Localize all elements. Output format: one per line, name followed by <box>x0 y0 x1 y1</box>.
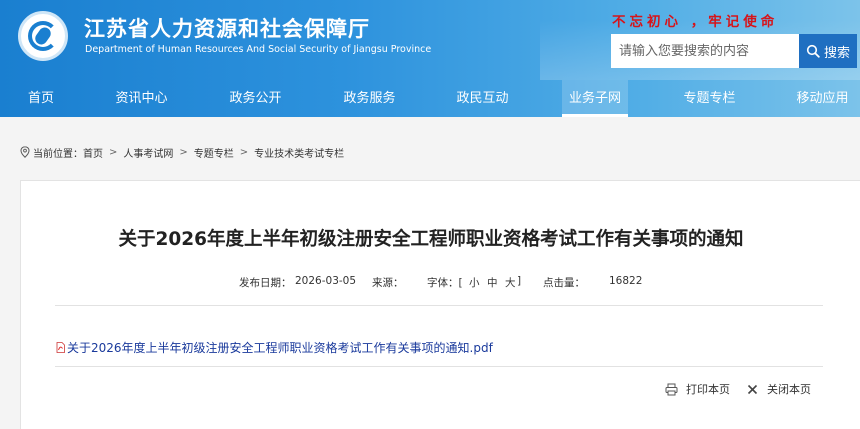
article-meta: 发布日期： 2026-03-05 来源： 字体：[ 小 中 大 ] 点击量： 1… <box>21 275 841 291</box>
close-icon <box>747 384 758 394</box>
pdf-icon <box>56 342 65 353</box>
font-size-large[interactable]: 大 <box>505 275 516 290</box>
nav-item-gov-open[interactable]: 政务公开 <box>218 80 293 117</box>
location-pin-icon <box>20 146 30 158</box>
nav-item-news[interactable]: 资讯中心 <box>104 80 179 117</box>
views-label: 点击量： <box>543 277 585 289</box>
search-input[interactable] <box>611 34 799 68</box>
divider <box>55 366 823 367</box>
breadcrumb-prefix: 当前位置： <box>33 148 83 160</box>
divider <box>55 305 823 306</box>
search-button[interactable]: 搜索 <box>799 34 857 68</box>
print-page-label: 打印本页 <box>686 383 730 396</box>
font-size-close: ] <box>517 275 522 287</box>
breadcrumb-item-exam-site[interactable]: 人事考试网 <box>123 145 173 160</box>
source-label: 来源： <box>372 277 404 289</box>
breadcrumb-item-tech-exam[interactable]: 专业技术类考试专栏 <box>254 145 344 160</box>
nav-item-business-subnet[interactable]: 业务子网 <box>562 80 628 117</box>
attachment-filename: 关于2026年度上半年初级注册安全工程师职业资格考试工作有关事项的通知.pdf <box>67 341 493 355</box>
breadcrumb-separator: > <box>109 146 118 158</box>
font-size-medium[interactable]: 中 <box>487 275 498 290</box>
slogan: 不忘初心 ，牢记使命 <box>612 14 779 30</box>
breadcrumb-separator: > <box>179 146 188 158</box>
breadcrumb-separator: > <box>239 146 249 158</box>
attachment-link[interactable]: 关于2026年度上半年初级注册安全工程师职业资格考试工作有关事项的通知.pdf <box>56 339 493 356</box>
nav-item-gov-service[interactable]: 政务服务 <box>332 80 407 117</box>
font-size-small[interactable]: 小 <box>469 275 480 290</box>
nav-item-mobile[interactable]: 移动应用 <box>785 80 860 117</box>
search-bar: 搜索 <box>611 34 857 68</box>
font-size-label: 字体：[ <box>427 277 463 289</box>
close-page-button[interactable]: 关闭本页 <box>746 381 811 397</box>
site-subtitle: Department of Human Resources And Social… <box>85 44 432 55</box>
publish-date: 2026-03-05 <box>295 275 357 287</box>
nav-item-interaction[interactable]: 政民互动 <box>445 80 520 117</box>
nav-item-topics[interactable]: 专题专栏 <box>672 80 747 117</box>
article-container: 关于2026年度上半年初级注册安全工程师职业资格考试工作有关事项的通知 发布日期… <box>20 180 860 429</box>
publish-date-label: 发布日期： <box>239 277 292 289</box>
site-header: 江苏省人力资源和社会保障厅 Department of Human Resour… <box>0 0 860 117</box>
nav-item-home[interactable]: 首页 <box>6 80 76 117</box>
search-button-label: 搜索 <box>823 45 850 61</box>
site-title: 江苏省人力资源和社会保障厅 <box>84 17 370 41</box>
breadcrumb: 当前位置： 首页 > 人事考试网 > 专题专栏 > 专业技术类考试专栏 <box>20 144 344 160</box>
article-title: 关于2026年度上半年初级注册安全工程师职业资格考试工作有关事项的通知 <box>118 229 744 250</box>
views-count: 16822 <box>609 275 643 287</box>
print-page-button[interactable]: 打印本页 <box>665 381 730 397</box>
close-page-label: 关闭本页 <box>767 383 811 396</box>
main-nav: 首页 资讯中心 政务公开 政务服务 政民互动 业务子网 专题专栏 移动应用 <box>0 80 860 117</box>
site-logo-icon[interactable] <box>18 11 68 61</box>
breadcrumb-item-home[interactable]: 首页 <box>83 145 103 160</box>
breadcrumb-item-topics[interactable]: 专题专栏 <box>194 145 234 160</box>
printer-icon <box>665 383 678 395</box>
search-icon <box>806 44 820 58</box>
